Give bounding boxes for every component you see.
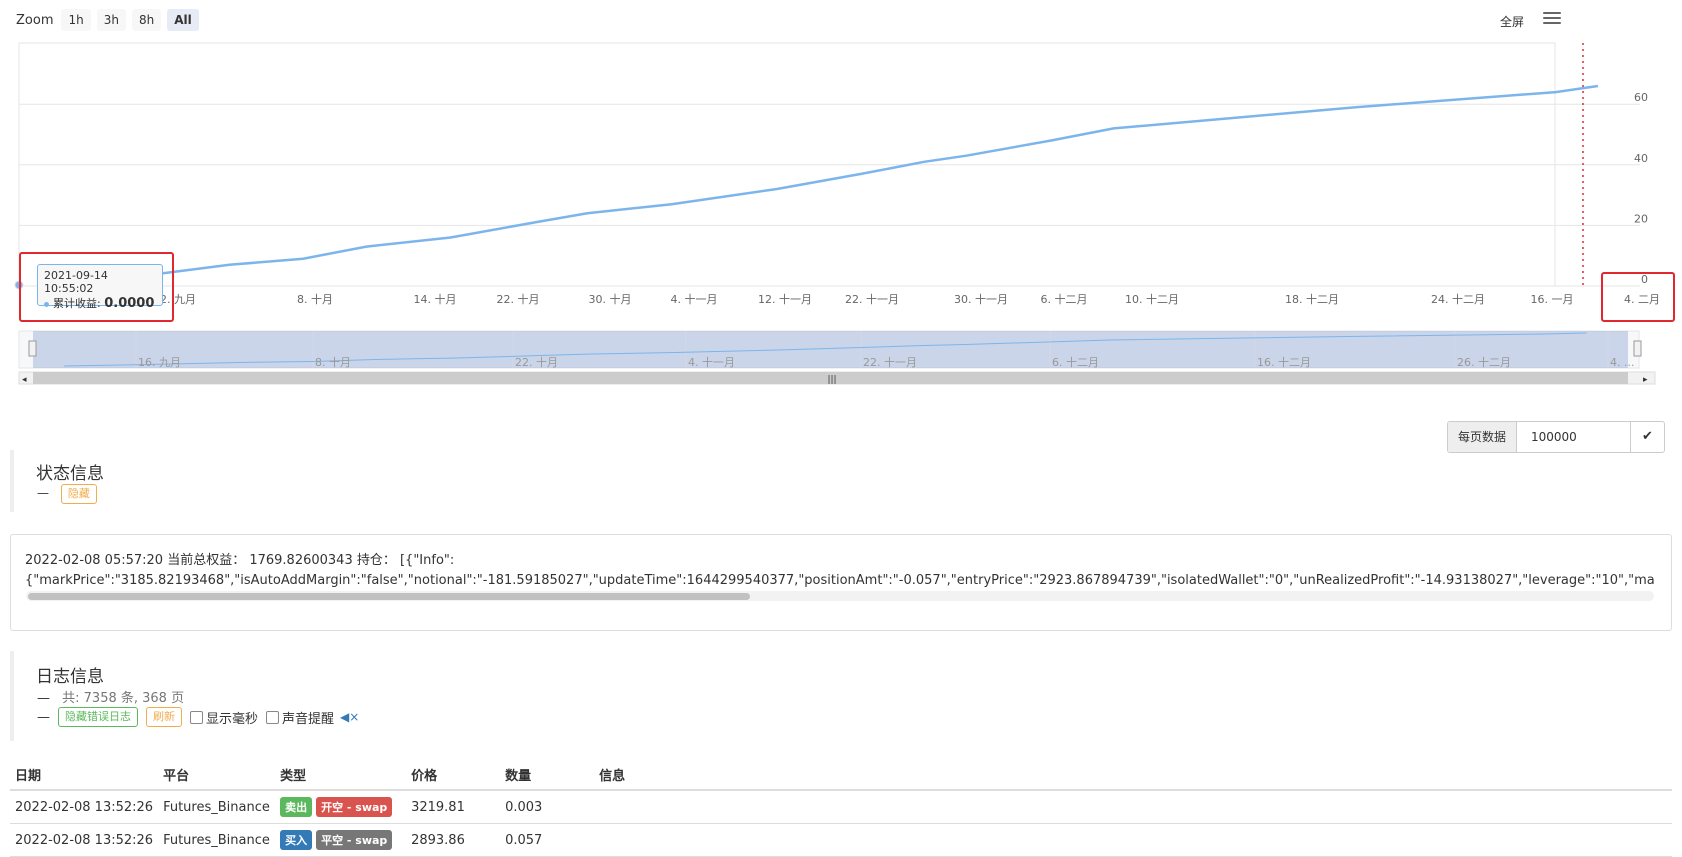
navigator-tick-label: 22. 十一月 [863,355,917,369]
x-tick-label: 16. 一月 [1531,293,1574,306]
col-date: 日期 [10,760,159,791]
x-tick-label: 4. 十一月 [671,292,718,306]
log-title: 日志信息 [36,667,104,687]
show-ms-label: 显示毫秒 [206,711,259,727]
status-title: 状态信息 [36,464,104,484]
cell-platform: Futures_Binance [158,790,276,824]
col-price: 价格 [406,760,501,791]
show-ms-checkbox[interactable] [190,710,203,724]
col-platform: 平台 [158,760,276,791]
status-section-bar [10,450,14,512]
cell-qty: 0.057 [500,823,595,857]
y-tick-label: 40 [1634,152,1648,165]
navigator-tick-label: 4. ... [1610,356,1634,369]
x-tick-label: 14. 十月 [414,292,457,306]
page-size-selector: 每页数据 ✔ [1446,421,1665,453]
navigator-handle-right[interactable] [1633,340,1642,357]
collapse-dash-icon[interactable]: — [37,691,50,706]
log-summary: 共: 7358 条, 368 页 [62,691,185,706]
x-tick-label: 18. 十二月 [1285,292,1339,306]
x-tick-label: 12. 十一月 [758,292,812,306]
sound-alert-label: 声音提醒 [282,711,335,727]
table-header-row: 日期 平台 类型 价格 数量 信息 [10,760,1672,791]
cell-type: 买入 平空 - swap [275,823,407,857]
logs-table: 日期 平台 类型 价格 数量 信息 2022-02-08 13:52:26 Fu… [10,760,1672,857]
action-badge: 开空 - swap [316,797,393,817]
col-info: 信息 [594,760,1672,791]
scroll-right-icon[interactable]: ▸ [1643,375,1648,385]
log-controls: — 隐藏错误日志 刷新 显示毫秒 声音提醒 ◀× [37,707,359,727]
refresh-button[interactable]: 刷新 [146,707,182,727]
hide-status-button[interactable]: 隐藏 [60,484,97,504]
navigator-tick-label: 26. 十二月 [1457,355,1511,369]
x-tick-label: 10. 十二月 [1125,292,1179,306]
check-icon[interactable]: ✔ [1630,422,1664,452]
cell-qty: 0.003 [500,790,595,824]
cell-platform: Futures_Binance [158,823,276,857]
mute-icon[interactable]: ◀× [340,710,359,724]
status-line-2: {"markPrice":"3185.82193468","isAutoAddM… [25,573,1655,588]
navigator-tick-label: 4. 十一月 [688,355,735,369]
cell-price: 3219.81 [406,790,501,824]
navigator-tick-label: 8. 十月 [315,355,351,369]
x-tick-label: 22. 十一月 [845,292,899,306]
cell-date: 2022-02-08 13:52:26 [10,823,159,857]
y-tick-label: 20 [1634,212,1648,225]
log-summary-row: — 共: 7358 条, 368 页 [37,687,184,706]
x-tick-label: 30. 十月 [589,292,632,306]
sound-alert-checkbox[interactable] [266,710,280,724]
cell-info [594,823,1672,857]
cell-date: 2022-02-08 13:52:26 [10,790,159,824]
log-section-bar [10,651,14,741]
hide-error-logs-button[interactable]: 隐藏错误日志 [58,707,138,727]
status-scrollbar-thumb[interactable] [28,593,750,600]
highlight-box-start [19,252,174,322]
status-line-1: 2022-02-08 05:57:20 当前总权益： 1769.82600343… [25,553,455,568]
series-line [50,84,1599,288]
navigator-tick-label: 6. 十二月 [1052,355,1099,369]
main-chart[interactable]: 02040602. 九月 8. 十月 14. 十月 22. 十月 30. 十月 4. 十一… [0,0,1682,390]
col-type: 类型 [275,760,407,791]
highlight-box-end [1601,272,1675,322]
collapse-dash-icon[interactable]: — [37,486,49,500]
cell-type: 卖出 开空 - swap [275,790,407,824]
page-size-label: 每页数据 [1447,422,1517,452]
table-row: 2022-02-08 13:52:26 Futures_Binance 卖出 开空… [10,790,1672,824]
navigator-tick-label: 22. 十月 [515,355,558,369]
cell-info [594,790,1672,824]
x-tick-label: 22. 十月 [497,292,540,306]
navigator-tick-label: 16. 十二月 [1257,355,1311,369]
side-badge: 买入 [280,830,313,850]
action-badge: 平空 - swap [316,830,393,850]
navigator-tick-label: 16. 九月 [138,356,181,369]
x-tick-label: 8. 十月 [297,292,333,306]
cell-price: 2893.86 [406,823,501,857]
side-badge: 卖出 [280,797,313,817]
collapse-dash-icon[interactable]: — [37,710,50,725]
page-size-input[interactable] [1517,422,1630,452]
status-controls: — 隐藏 [37,484,97,504]
scroll-grip-icon: ||| [827,375,836,385]
table-row: 2022-02-08 13:52:26 Futures_Binance 买入 平空… [10,823,1672,857]
x-tick-label: 24. 十二月 [1431,292,1485,306]
scroll-left-icon[interactable]: ◂ [22,375,27,385]
x-tick-label: 30. 十一月 [954,292,1008,306]
x-tick-label: 6. 十二月 [1041,292,1088,306]
status-text: 2022-02-08 05:57:20 当前总权益： 1769.82600343… [25,551,1655,591]
navigator-handle-left[interactable] [28,340,37,357]
y-tick-label: 60 [1634,91,1648,104]
col-qty: 数量 [500,760,595,791]
